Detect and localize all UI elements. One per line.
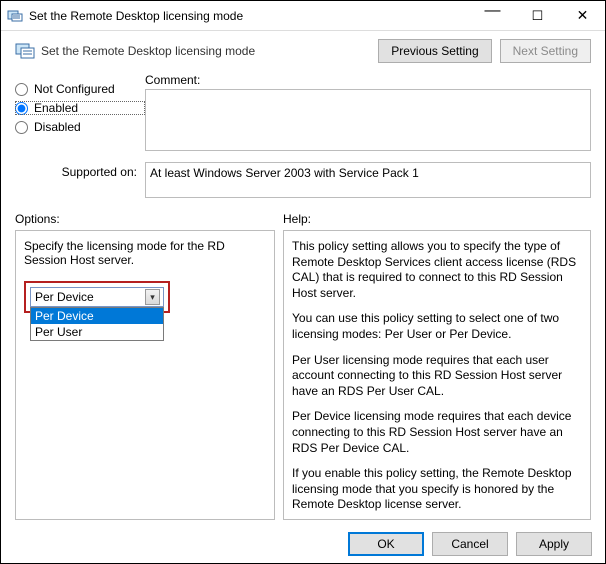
radio-enabled-label: Enabled: [34, 101, 78, 115]
chevron-down-icon[interactable]: ▾: [145, 289, 160, 305]
apply-button[interactable]: Apply: [516, 532, 592, 556]
policy-header-icon: [15, 41, 35, 61]
radio-not-configured-input[interactable]: [15, 83, 28, 96]
options-label: Options:: [15, 212, 283, 226]
radio-disabled-label: Disabled: [34, 120, 81, 134]
help-p5: If you enable this policy setting, the R…: [292, 466, 582, 513]
help-label: Help:: [283, 212, 311, 226]
header-label: Set the Remote Desktop licensing mode: [41, 44, 378, 58]
maximize-button[interactable]: ☐: [515, 2, 560, 30]
next-setting-button: Next Setting: [500, 39, 591, 63]
options-pane: Specify the licensing mode for the RD Se…: [15, 230, 275, 520]
options-instruction: Specify the licensing mode for the RD Se…: [24, 239, 266, 267]
comment-textarea[interactable]: [145, 89, 591, 151]
ok-button[interactable]: OK: [348, 532, 424, 556]
window-title: Set the Remote Desktop licensing mode: [29, 9, 470, 23]
help-p3: Per User licensing mode requires that ea…: [292, 353, 582, 400]
help-p4: Per Device licensing mode requires that …: [292, 409, 582, 456]
dialog-footer: OK Cancel Apply: [348, 532, 592, 556]
supported-on-value: At least Windows Server 2003 with Servic…: [145, 162, 591, 198]
radio-not-configured[interactable]: Not Configured: [15, 82, 145, 96]
help-pane: This policy setting allows you to specif…: [283, 230, 591, 520]
titlebar: Set the Remote Desktop licensing mode — …: [1, 1, 605, 31]
dropdown-option-per-device[interactable]: Per Device: [31, 308, 163, 324]
comment-label: Comment:: [145, 73, 591, 87]
cancel-button[interactable]: Cancel: [432, 532, 508, 556]
combo-selected-value: Per Device: [35, 290, 94, 304]
licensing-mode-combo[interactable]: Per Device ▾: [30, 287, 164, 307]
licensing-mode-dropdown[interactable]: Per Device Per User: [30, 307, 164, 341]
radio-not-configured-label: Not Configured: [34, 82, 115, 96]
radio-disabled-input[interactable]: [15, 121, 28, 134]
close-button[interactable]: ✕: [560, 2, 605, 30]
radio-enabled[interactable]: Enabled: [15, 101, 145, 115]
previous-setting-button[interactable]: Previous Setting: [378, 39, 491, 63]
help-p2: You can use this policy setting to selec…: [292, 311, 582, 342]
dropdown-option-per-user[interactable]: Per User: [31, 324, 163, 340]
help-p1: This policy setting allows you to specif…: [292, 239, 582, 301]
radio-disabled[interactable]: Disabled: [15, 120, 145, 134]
minimize-button[interactable]: —: [470, 2, 515, 30]
policy-icon: [7, 8, 23, 24]
highlighted-dropdown-area: Per Device ▾ Per Device Per User: [24, 281, 170, 313]
radio-enabled-input[interactable]: [15, 102, 28, 115]
supported-on-label: Supported on:: [15, 162, 145, 179]
